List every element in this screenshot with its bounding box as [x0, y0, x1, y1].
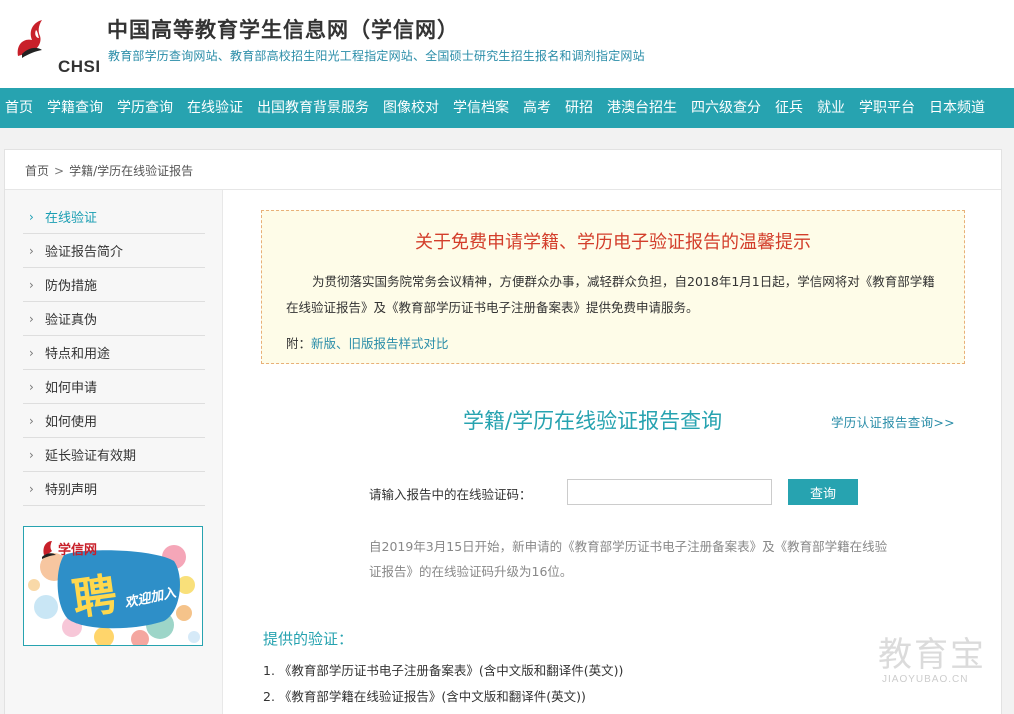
nav-item-home[interactable]: 首页	[0, 88, 40, 128]
chevron-right-icon: ›	[29, 413, 34, 428]
watermark-cn: 教育宝	[878, 635, 986, 675]
nav-item-graduate[interactable]: 研招	[558, 88, 600, 128]
sidebar-item-label: 特点和用途	[45, 347, 111, 362]
nav-item-japan[interactable]: 日本频道	[922, 88, 992, 128]
notice-attachment: 附：新版、旧版报告样式对比	[286, 333, 449, 352]
sidebar-item-label: 如何使用	[45, 415, 98, 430]
sidebar-item-report-intro[interactable]: › 验证报告简介	[23, 234, 205, 268]
chevron-right-icon: ›	[29, 277, 34, 292]
sidebar-menu: › 在线验证 › 验证报告简介 › 防伪措施 › 验证真伪 › 特点和用途 › 如何申请 ›…	[23, 200, 205, 506]
sidebar-item-label: 在线验证	[45, 211, 98, 226]
degree-cert-report-link[interactable]: 学历认证报告查询>>	[831, 412, 955, 431]
nav-item-degree-query[interactable]: 学历查询	[110, 88, 180, 128]
query-button[interactable]: 查询	[788, 479, 858, 505]
logo-text: CHSI	[58, 57, 101, 76]
nav-item-career[interactable]: 学职平台	[852, 88, 922, 128]
nav-item-conscription[interactable]: 征兵	[768, 88, 810, 128]
site-subtitle: 教育部学历查询网站、教育部高校招生阳光工程指定网站、全国硕士研究生招生报名和调剂…	[108, 49, 645, 63]
sidebar-item-verify-authenticity[interactable]: › 验证真伪	[23, 302, 205, 336]
sidebar-item-label: 验证报告简介	[45, 245, 124, 260]
chevron-right-icon: ›	[29, 243, 34, 258]
breadcrumb: 首页 > 学籍/学历在线验证报告	[25, 162, 193, 179]
chevron-right-icon: ›	[29, 481, 34, 496]
sidebar-item-anti-fake[interactable]: › 防伪措施	[23, 268, 205, 302]
notice-body: 为贯彻落实国务院常务会议精神，方便群众办事，减轻群众负担，自2018年1月1日起…	[286, 274, 935, 315]
chevron-right-icon: ›	[29, 311, 34, 326]
nav-item-archive[interactable]: 学信档案	[446, 88, 516, 128]
verify-code-input[interactable]	[567, 479, 772, 505]
sidebar-item-extend-validity[interactable]: › 延长验证有效期	[23, 438, 205, 472]
sidebar-item-label: 如何申请	[45, 381, 98, 396]
main-nav: 首页 学籍查询 学历查询 在线验证 出国教育背景服务 图像校对 学信档案 高考 …	[0, 88, 1014, 128]
sidebar-item-label: 防伪措施	[45, 279, 98, 294]
sidebar-item-label: 特别声明	[45, 483, 98, 498]
provided-title: 提供的验证：	[263, 630, 354, 648]
site-header: CHSI 中国高等教育学生信息网（学信网） 教育部学历查询网站、教育部高校招生阳…	[0, 0, 1014, 88]
recruitment-banner[interactable]: 学信网 聘 欢迎加入	[23, 526, 203, 646]
verify-code-label: 请输入报告中的在线验证码：	[369, 487, 532, 502]
nav-item-online-verify[interactable]: 在线验证	[180, 88, 250, 128]
breadcrumb-separator: >	[54, 164, 65, 178]
report-style-compare-link[interactable]: 新版、旧版报告样式对比	[311, 336, 449, 351]
nav-item-employment[interactable]: 就业	[810, 88, 852, 128]
chevron-right-icon: ›	[29, 345, 34, 360]
sidebar-item-statement[interactable]: › 特别声明	[23, 472, 205, 506]
nav-item-image-check[interactable]: 图像校对	[376, 88, 446, 128]
sidebar-item-how-to-use[interactable]: › 如何使用	[23, 404, 205, 438]
chevron-right-icon: ›	[29, 379, 34, 394]
chsi-logo[interactable]: CHSI	[12, 16, 100, 76]
list-item: 1. 《教育部学历证书电子注册备案表》(含中文版和翻译件(英文))	[263, 663, 624, 678]
jiaoyubao-watermark: 教育宝 JIAOYUBAO.CN	[878, 636, 998, 696]
list-item: 2. 《教育部学籍在线验证报告》(含中文版和翻译件(英文))	[263, 689, 586, 704]
query-title: 学籍/学历在线验证报告查询	[463, 409, 723, 433]
provided-list: 1. 《教育部学历证书电子注册备案表》(含中文版和翻译件(英文)) 2. 《教育…	[263, 658, 623, 710]
watermark-en: JIAOYUBAO.CN	[882, 674, 969, 685]
nav-item-overseas-service[interactable]: 出国教育背景服务	[250, 88, 376, 128]
code-upgrade-note: 自2019年3月15日开始，新申请的《教育部学历证书电子注册备案表》及《教育部学…	[369, 539, 888, 579]
nav-item-gaokao[interactable]: 高考	[516, 88, 558, 128]
notice-attach-prefix: 附：	[286, 336, 312, 351]
sidebar-item-online-verify[interactable]: › 在线验证	[23, 200, 205, 234]
site-title: 中国高等教育学生信息网（学信网）	[107, 18, 459, 42]
banner-brand: 学信网	[58, 543, 98, 558]
notice-title: 关于免费申请学籍、学历电子验证报告的温馨提示	[415, 232, 811, 253]
chevron-right-icon: ›	[29, 209, 34, 224]
banner-headline: 聘	[69, 569, 120, 626]
nav-item-enrollment-query[interactable]: 学籍查询	[40, 88, 110, 128]
sidebar-item-features[interactable]: › 特点和用途	[23, 336, 205, 370]
sidebar-item-label: 延长验证有效期	[45, 449, 137, 464]
nav-item-cet[interactable]: 四六级查分	[684, 88, 768, 128]
chevron-right-icon: ›	[29, 447, 34, 462]
sidebar-item-label: 验证真伪	[45, 313, 98, 328]
sidebar-item-how-to-apply[interactable]: › 如何申请	[23, 370, 205, 404]
notice-box: 关于免费申请学籍、学历电子验证报告的温馨提示 为贯彻落实国务院常务会议精神，方便…	[261, 210, 965, 364]
main-card: 首页 > 学籍/学历在线验证报告 › 在线验证 › 验证报告简介 › 防伪措施 › 验证真伪…	[4, 149, 1002, 714]
nav-item-hk-macau-tw[interactable]: 港澳台招生	[600, 88, 684, 128]
breadcrumb-current: 学籍/学历在线验证报告	[69, 164, 194, 178]
breadcrumb-home[interactable]: 首页	[25, 164, 49, 178]
